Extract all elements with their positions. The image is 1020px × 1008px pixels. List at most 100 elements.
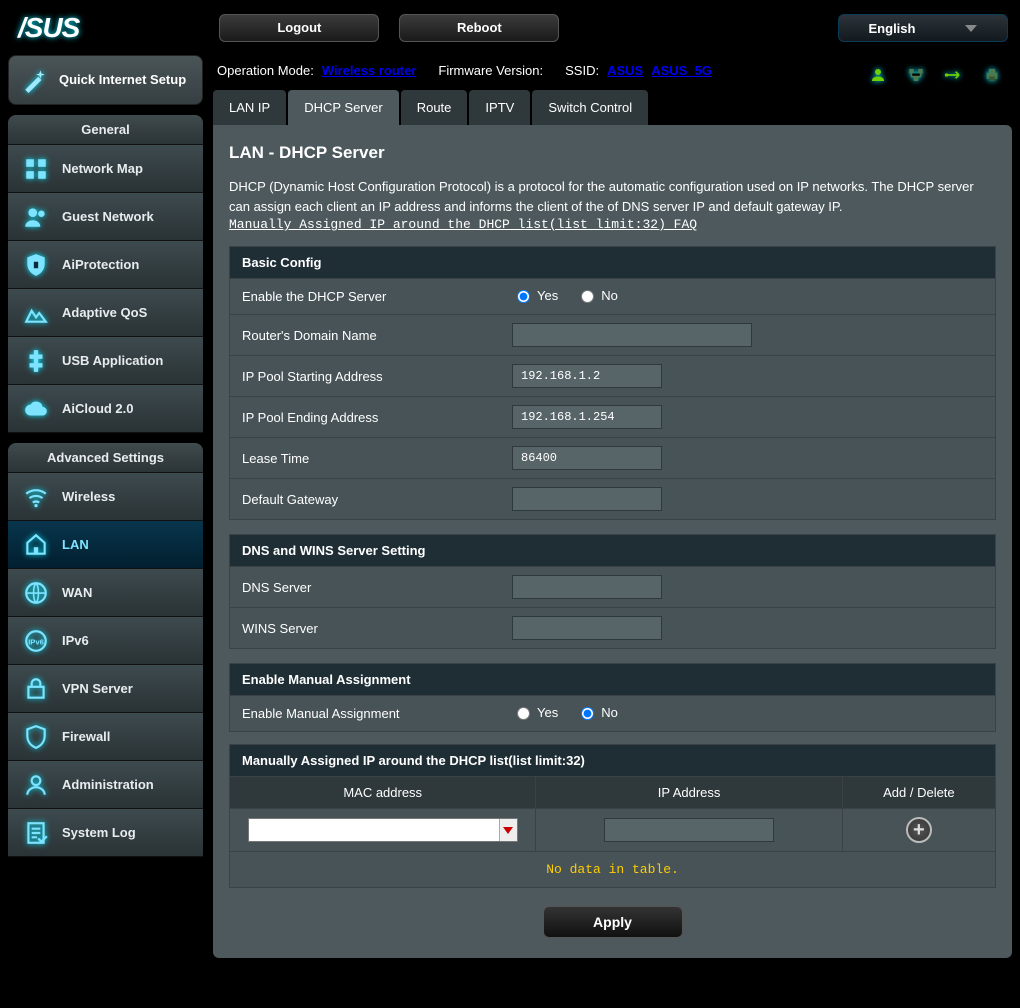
nav-label: Firewall (62, 729, 110, 744)
tab-route[interactable]: Route (401, 90, 468, 125)
add-button[interactable]: + (906, 817, 932, 843)
nav-item-guest-network[interactable]: Guest Network (8, 193, 203, 241)
poolstart-input[interactable] (512, 364, 662, 388)
dns-header: DNS and WINS Server Setting (230, 535, 995, 566)
domain-input[interactable] (512, 323, 752, 347)
ssid-2[interactable]: ASUS_5G (651, 63, 712, 78)
nav-item-ipv6[interactable]: IPv6IPv6 (8, 617, 203, 665)
ssid-label: SSID: (565, 63, 599, 78)
dropdown-icon (499, 819, 517, 841)
mac-select[interactable] (248, 818, 518, 842)
system-log-icon (22, 819, 50, 847)
fw-label: Firmware Version: (438, 63, 543, 78)
manual-radio[interactable]: Yes No (512, 704, 632, 720)
nav-label: WAN (62, 585, 92, 600)
nav-item-wan[interactable]: WAN (8, 569, 203, 617)
mode-label: Operation Mode: (217, 63, 314, 78)
mode-value[interactable]: Wireless router (322, 63, 417, 78)
enable-dhcp-yes[interactable] (517, 290, 530, 303)
logout-button[interactable]: Logout (219, 14, 379, 42)
manual-no[interactable] (581, 707, 594, 720)
nav-header-advanced: Advanced Settings (8, 443, 203, 473)
nav-item-usb-application[interactable]: USB Application (8, 337, 203, 385)
nav-label: Network Map (62, 161, 143, 176)
dns-table: DNS and WINS Server Setting DNS Server W… (229, 534, 996, 649)
assigned-header: Manually Assigned IP around the DHCP lis… (230, 745, 996, 777)
nav-label: System Log (62, 825, 136, 840)
qis-label: Quick Internet Setup (59, 72, 186, 88)
enable-dhcp-label: Enable the DHCP Server (230, 278, 500, 314)
tab-iptv[interactable]: IPTV (469, 90, 530, 125)
manual-table: Enable Manual Assignment Enable Manual A… (229, 663, 996, 732)
nav-item-lan[interactable]: LAN (8, 521, 203, 569)
ssid-1[interactable]: ASUS (607, 63, 643, 78)
usb-icon[interactable] (940, 61, 968, 89)
gateway-label: Default Gateway (230, 478, 500, 519)
poolend-input[interactable] (512, 405, 662, 429)
col-ip: IP Address (536, 777, 842, 809)
basic-config-table: Basic Config Enable the DHCP Server Yes … (229, 246, 996, 520)
nav-item-system-log[interactable]: System Log (8, 809, 203, 857)
nav-general: General Network Map Guest Network AiProtec… (8, 115, 203, 433)
client-icon[interactable] (864, 61, 892, 89)
tab-dhcp-server[interactable]: DHCP Server (288, 90, 399, 125)
nav-item-wireless[interactable]: Wireless (8, 473, 203, 521)
enable-dhcp-radio[interactable]: Yes No (512, 287, 632, 303)
chevron-down-icon (965, 25, 977, 32)
nav-label: AiCloud 2.0 (62, 401, 134, 416)
wand-icon (21, 66, 49, 94)
domain-label: Router's Domain Name (230, 314, 500, 355)
ipv6-icon: IPv6 (22, 627, 50, 655)
page-title: LAN - DHCP Server (229, 143, 996, 163)
administration-icon (22, 771, 50, 799)
adaptive-qos-icon (22, 299, 50, 327)
page-description: DHCP (Dynamic Host Configuration Protoco… (229, 177, 996, 216)
apply-button[interactable]: Apply (543, 906, 683, 938)
wins-input[interactable] (512, 616, 662, 640)
reboot-button[interactable]: Reboot (399, 14, 559, 42)
nav-item-firewall[interactable]: Firewall (8, 713, 203, 761)
gateway-input[interactable] (512, 487, 662, 511)
nav-item-adaptive-qos[interactable]: Adaptive QoS (8, 289, 203, 337)
quick-internet-setup[interactable]: Quick Internet Setup (8, 55, 203, 105)
basic-header: Basic Config (230, 247, 995, 278)
vpn-server-icon (22, 675, 50, 703)
wins-label: WINS Server (230, 607, 500, 648)
nav-label: Adaptive QoS (62, 305, 147, 320)
aicloud-2-0-icon (22, 395, 50, 423)
faq-link[interactable]: Manually Assigned IP around the DHCP lis… (229, 217, 697, 232)
tab-lan-ip[interactable]: LAN IP (213, 90, 286, 125)
svg-text:IPv6: IPv6 (28, 637, 44, 646)
lan-icon (22, 531, 50, 559)
dns-input[interactable] (512, 575, 662, 599)
lease-input[interactable] (512, 446, 662, 470)
nav-label: USB Application (62, 353, 163, 368)
aiprotection-icon (22, 251, 50, 279)
manual-yes[interactable] (517, 707, 530, 720)
poolstart-label: IP Pool Starting Address (230, 355, 500, 396)
nav-header-general: General (8, 115, 203, 145)
lease-label: Lease Time (230, 437, 500, 478)
manual-header: Enable Manual Assignment (230, 664, 995, 695)
nav-item-administration[interactable]: Administration (8, 761, 203, 809)
network-map-icon (22, 155, 50, 183)
network-status-icon[interactable] (902, 61, 930, 89)
wan-icon (22, 579, 50, 607)
nav-label: AiProtection (62, 257, 139, 272)
ip-input[interactable] (604, 818, 774, 842)
nav-item-aiprotection[interactable]: AiProtection (8, 241, 203, 289)
manual-label: Enable Manual Assignment (230, 695, 500, 731)
language-selector[interactable]: English (838, 14, 1008, 42)
usb-application-icon (22, 347, 50, 375)
nav-item-vpn-server[interactable]: VPN Server (8, 665, 203, 713)
nav-label: VPN Server (62, 681, 133, 696)
assigned-table: Manually Assigned IP around the DHCP lis… (229, 744, 996, 888)
no-data: No data in table. (230, 852, 996, 888)
nav-label: Guest Network (62, 209, 154, 224)
nav-item-aicloud-2-0[interactable]: AiCloud 2.0 (8, 385, 203, 433)
printer-icon[interactable] (978, 61, 1006, 89)
tab-switch-control[interactable]: Switch Control (532, 90, 648, 125)
nav-item-network-map[interactable]: Network Map (8, 145, 203, 193)
language-label: English (869, 21, 916, 36)
enable-dhcp-no[interactable] (581, 290, 594, 303)
